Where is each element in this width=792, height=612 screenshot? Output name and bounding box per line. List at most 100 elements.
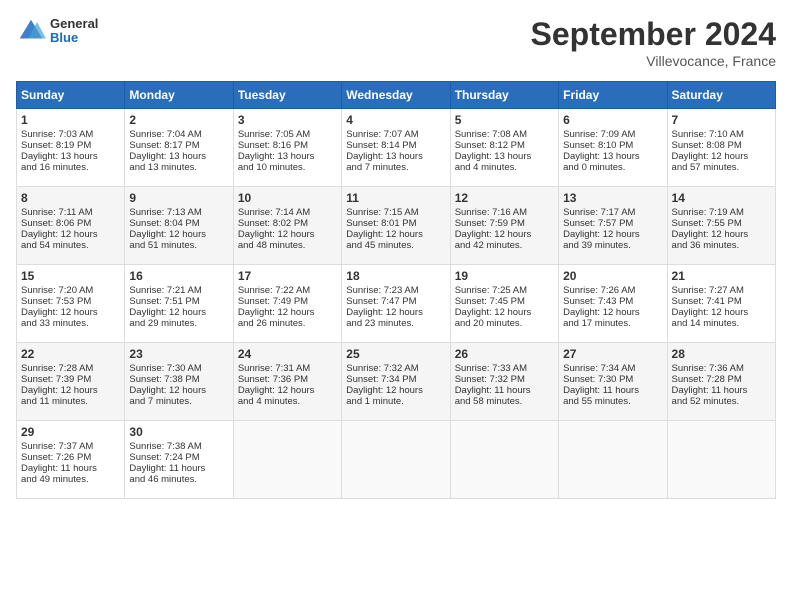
day-number: 23 [129,347,228,361]
daylight-line1: Daylight: 12 hours [672,229,771,240]
col-thursday: Thursday [450,82,558,109]
calendar-container: General Blue September 2024 Villevocance… [0,0,792,507]
sunrise-text: Sunrise: 7:14 AM [238,207,337,218]
logo-icon [16,16,46,46]
daylight-line1: Daylight: 12 hours [129,229,228,240]
day-number: 1 [21,113,120,127]
calendar-table: Sunday Monday Tuesday Wednesday Thursday… [16,81,776,499]
day-number: 15 [21,269,120,283]
day-number: 2 [129,113,228,127]
sunrise-text: Sunrise: 7:03 AM [21,129,120,140]
daylight-line1: Daylight: 11 hours [563,385,662,396]
sunset-text: Sunset: 7:26 PM [21,452,120,463]
day-number: 13 [563,191,662,205]
calendar-body: 1Sunrise: 7:03 AMSunset: 8:19 PMDaylight… [17,109,776,499]
sunrise-text: Sunrise: 7:19 AM [672,207,771,218]
day-number: 14 [672,191,771,205]
sunrise-text: Sunrise: 7:21 AM [129,285,228,296]
daylight-line2: and 48 minutes. [238,240,337,251]
sunset-text: Sunset: 7:32 PM [455,374,554,385]
day-number: 4 [346,113,445,127]
calendar-cell: 17Sunrise: 7:22 AMSunset: 7:49 PMDayligh… [233,265,341,343]
sunset-text: Sunset: 8:12 PM [455,140,554,151]
daylight-line1: Daylight: 12 hours [672,151,771,162]
day-number: 21 [672,269,771,283]
daylight-line1: Daylight: 12 hours [21,229,120,240]
sunrise-text: Sunrise: 7:17 AM [563,207,662,218]
calendar-cell: 24Sunrise: 7:31 AMSunset: 7:36 PMDayligh… [233,343,341,421]
sunrise-text: Sunrise: 7:28 AM [21,363,120,374]
daylight-line2: and 23 minutes. [346,318,445,329]
calendar-row: 8Sunrise: 7:11 AMSunset: 8:06 PMDaylight… [17,187,776,265]
daylight-line1: Daylight: 12 hours [238,229,337,240]
calendar-cell: 29 Sunrise: 7:37 AMSunset: 7:26 PMDayligh… [17,421,125,499]
month-title: September 2024 [531,16,776,53]
day-number: 20 [563,269,662,283]
daylight-line2: and 7 minutes. [346,162,445,173]
col-saturday: Saturday [667,82,775,109]
day-number: 29 [21,425,120,439]
daylight-line2: and 29 minutes. [129,318,228,329]
sunset-text: Sunset: 7:36 PM [238,374,337,385]
sunset-text: Sunset: 7:43 PM [563,296,662,307]
day-number: 28 [672,347,771,361]
day-number: 17 [238,269,337,283]
sunrise-text: Sunrise: 7:37 AM [21,441,120,452]
sunrise-text: Sunrise: 7:31 AM [238,363,337,374]
sunrise-text: Sunrise: 7:08 AM [455,129,554,140]
sunset-text: Sunset: 8:10 PM [563,140,662,151]
day-number: 16 [129,269,228,283]
sunset-text: Sunset: 7:45 PM [455,296,554,307]
daylight-line1: Daylight: 11 hours [672,385,771,396]
calendar-cell: 25Sunrise: 7:32 AMSunset: 7:34 PMDayligh… [342,343,450,421]
daylight-line1: Daylight: 12 hours [346,229,445,240]
day-number: 12 [455,191,554,205]
calendar-row: 29Sunrise: 7:37 AMSunset: 7:26 PMDayligh… [17,421,776,499]
daylight-line2: and 55 minutes. [563,396,662,407]
sunrise-text: Sunrise: 7:20 AM [21,285,120,296]
calendar-cell: 15 Sunrise: 7:20 AMSunset: 7:53 PMDayligh… [17,265,125,343]
day-number: 5 [455,113,554,127]
daylight-line2: and 16 minutes. [21,162,120,173]
sunrise-text: Sunrise: 7:22 AM [238,285,337,296]
col-monday: Monday [125,82,233,109]
day-number: 3 [238,113,337,127]
calendar-cell: 9Sunrise: 7:13 AMSunset: 8:04 PMDaylight… [125,187,233,265]
sunrise-text: Sunrise: 7:05 AM [238,129,337,140]
day-number: 7 [672,113,771,127]
day-number: 8 [21,191,120,205]
calendar-cell: 19Sunrise: 7:25 AMSunset: 7:45 PMDayligh… [450,265,558,343]
sunset-text: Sunset: 7:53 PM [21,296,120,307]
daylight-line1: Daylight: 13 hours [129,151,228,162]
daylight-line1: Daylight: 12 hours [21,307,120,318]
calendar-cell: 11Sunrise: 7:15 AMSunset: 8:01 PMDayligh… [342,187,450,265]
sunrise-text: Sunrise: 7:04 AM [129,129,228,140]
sunset-text: Sunset: 8:06 PM [21,218,120,229]
day-number: 24 [238,347,337,361]
sunrise-text: Sunrise: 7:15 AM [346,207,445,218]
sunrise-text: Sunrise: 7:07 AM [346,129,445,140]
daylight-line1: Daylight: 12 hours [346,385,445,396]
calendar-cell: 4Sunrise: 7:07 AMSunset: 8:14 PMDaylight… [342,109,450,187]
sunset-text: Sunset: 7:28 PM [672,374,771,385]
daylight-line1: Daylight: 11 hours [129,463,228,474]
calendar-cell: 30Sunrise: 7:38 AMSunset: 7:24 PMDayligh… [125,421,233,499]
calendar-cell: 13Sunrise: 7:17 AMSunset: 7:57 PMDayligh… [559,187,667,265]
logo-text: General Blue [50,17,98,46]
daylight-line2: and 0 minutes. [563,162,662,173]
calendar-cell: 5Sunrise: 7:08 AMSunset: 8:12 PMDaylight… [450,109,558,187]
daylight-line1: Daylight: 12 hours [238,307,337,318]
calendar-cell: 10Sunrise: 7:14 AMSunset: 8:02 PMDayligh… [233,187,341,265]
sunrise-text: Sunrise: 7:30 AM [129,363,228,374]
daylight-line1: Daylight: 13 hours [346,151,445,162]
daylight-line2: and 58 minutes. [455,396,554,407]
daylight-line2: and 52 minutes. [672,396,771,407]
calendar-cell: 26Sunrise: 7:33 AMSunset: 7:32 PMDayligh… [450,343,558,421]
day-number: 27 [563,347,662,361]
daylight-line1: Daylight: 11 hours [21,463,120,474]
sunrise-text: Sunrise: 7:38 AM [129,441,228,452]
daylight-line2: and 46 minutes. [129,474,228,485]
calendar-cell: 16Sunrise: 7:21 AMSunset: 7:51 PMDayligh… [125,265,233,343]
sunset-text: Sunset: 8:04 PM [129,218,228,229]
sunrise-text: Sunrise: 7:25 AM [455,285,554,296]
